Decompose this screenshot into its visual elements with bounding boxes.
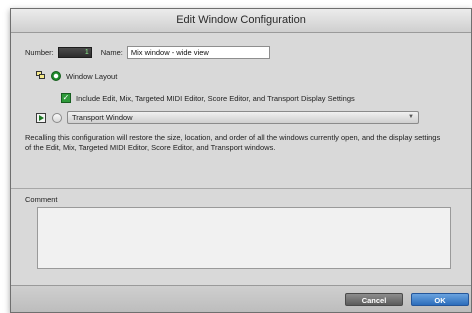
window-layout-label: Window Layout <box>66 71 118 81</box>
name-label: Name: <box>100 47 123 57</box>
windows-icon <box>36 71 46 81</box>
configuration-description: Recalling this configuration will restor… <box>25 133 441 152</box>
ok-button[interactable]: OK <box>411 293 469 306</box>
number-field[interactable]: 1 <box>57 46 92 58</box>
include-settings-label: Include Edit, Mix, Targeted MIDI Editor,… <box>76 93 355 103</box>
number-label: Number: <box>25 47 54 57</box>
name-input[interactable]: Mix window - wide view <box>126 45 270 59</box>
dialog-footer: Cancel OK <box>11 285 471 312</box>
number-value: 1 <box>84 48 89 56</box>
comment-textarea[interactable] <box>37 207 451 269</box>
transport-window-select[interactable]: Transport Window ▼ <box>67 111 419 124</box>
number-name-row: Number: 1 Name: Mix window - wide view <box>25 45 270 59</box>
transport-play-icon <box>36 112 46 123</box>
window-layout-radio[interactable] <box>51 71 61 81</box>
transport-select-value: Transport Window <box>72 113 133 122</box>
chevron-down-icon: ▼ <box>408 114 414 120</box>
dialog-title: Edit Window Configuration <box>11 9 471 33</box>
cancel-button[interactable]: Cancel <box>345 293 403 306</box>
comment-label: Comment <box>25 195 58 204</box>
section-divider <box>11 188 471 189</box>
transport-row: Transport Window ▼ <box>36 111 419 124</box>
include-settings-row: ✓ Include Edit, Mix, Targeted MIDI Edito… <box>61 93 355 103</box>
transport-radio[interactable] <box>52 112 62 123</box>
edit-window-configuration-dialog: Edit Window Configuration Number: 1 Name… <box>10 8 472 313</box>
window-layout-row: Window Layout <box>36 71 117 81</box>
include-settings-checkbox[interactable]: ✓ <box>61 93 71 103</box>
